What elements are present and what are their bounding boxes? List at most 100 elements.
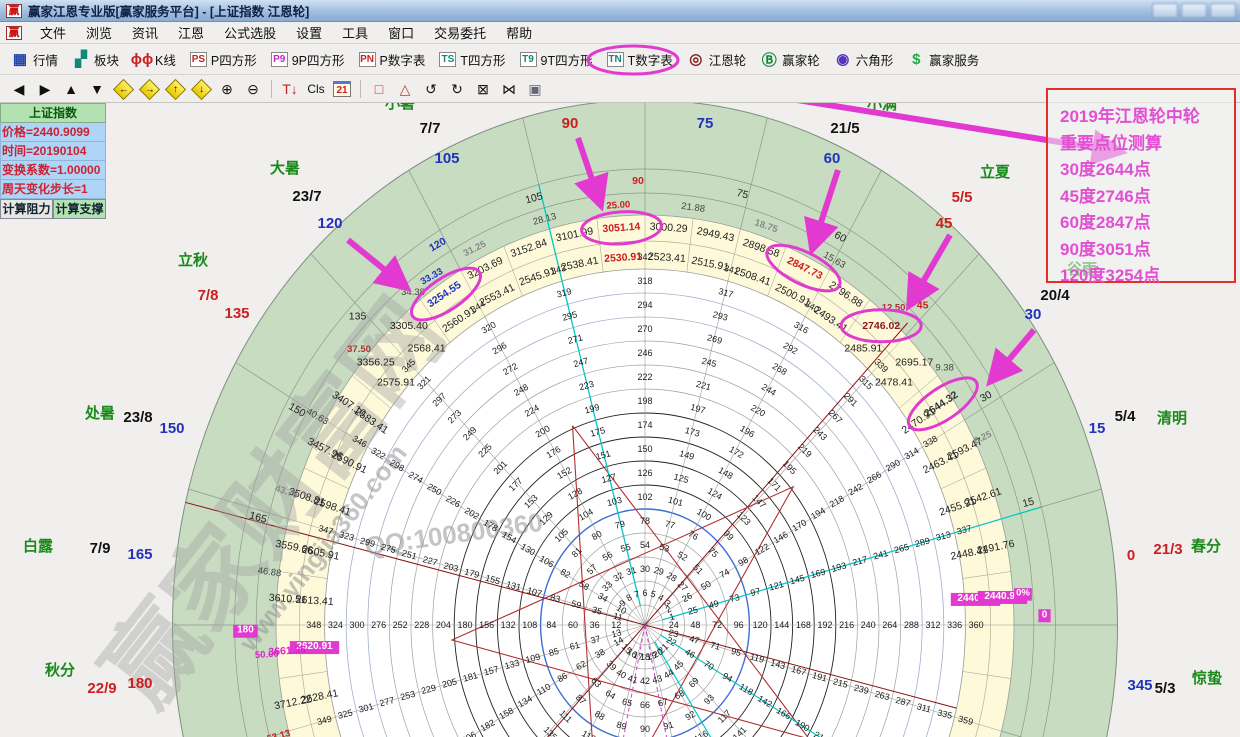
toolbar-江恩轮[interactable]: ◎江恩轮 xyxy=(680,47,754,72)
minimize-button[interactable] xyxy=(1152,3,1178,18)
svg-text:春分: 春分 xyxy=(1191,537,1221,555)
svg-text:144: 144 xyxy=(774,620,789,630)
draw-tool-6[interactable]: ↑ xyxy=(163,79,187,100)
svg-text:180: 180 xyxy=(237,625,254,636)
toolbar-赢家轮[interactable]: Ⓑ赢家轮 xyxy=(753,47,827,72)
menu-帮助[interactable]: 帮助 xyxy=(496,24,542,43)
menu-交易委托[interactable]: 交易委托 xyxy=(424,24,496,43)
note-line: 60度2847点 xyxy=(1060,210,1234,237)
toolbar-T四方形[interactable]: TST四方形 xyxy=(432,47,512,72)
toolbar-赢家服务-icon: $ xyxy=(907,52,925,67)
draw-tool-1[interactable]: ▶ xyxy=(33,79,57,100)
svg-text:大暑: 大暑 xyxy=(270,159,300,177)
svg-text:50.00: 50.00 xyxy=(255,649,279,662)
draw-tool-16[interactable]: △ xyxy=(393,79,417,100)
svg-text:75: 75 xyxy=(697,115,714,132)
toolbar-六角形[interactable]: ◉六角形 xyxy=(827,47,901,72)
toolbar-六角形-icon: ◉ xyxy=(834,52,852,67)
toolbar-9P四方形[interactable]: P99P四方形 xyxy=(264,47,352,72)
svg-text:180: 180 xyxy=(457,620,472,630)
draw-tool-2[interactable]: ▲ xyxy=(59,79,83,100)
maximize-button[interactable] xyxy=(1181,3,1207,18)
menu-文件[interactable]: 文件 xyxy=(30,24,76,43)
toolbar-江恩轮-icon: ◎ xyxy=(687,52,705,67)
draw-tool-9[interactable]: ⊖ xyxy=(241,79,265,100)
svg-text:30: 30 xyxy=(1025,306,1042,323)
symbol-name: 上证指数 xyxy=(0,103,106,123)
svg-text:150: 150 xyxy=(637,444,652,454)
svg-text:165: 165 xyxy=(127,546,152,563)
svg-text:60: 60 xyxy=(568,620,578,630)
svg-text:立夏: 立夏 xyxy=(980,163,1011,181)
svg-text:252: 252 xyxy=(393,620,408,630)
svg-text:246: 246 xyxy=(637,348,652,358)
svg-text:318: 318 xyxy=(637,276,652,286)
svg-text:135: 135 xyxy=(349,311,367,323)
menu-logo-icon: 赢 xyxy=(6,26,22,40)
draw-tool-18[interactable]: ↻ xyxy=(445,79,469,100)
svg-text:3610.51: 3610.51 xyxy=(268,592,307,606)
svg-text:360: 360 xyxy=(969,620,984,630)
toolbar-K线[interactable]: ϕϕK线 xyxy=(126,47,183,72)
toolbar-行情[interactable]: ▦行情 xyxy=(4,47,65,72)
toolbar-P数字表[interactable]: PNP数字表 xyxy=(352,47,433,72)
note-line: 重要点位测算 xyxy=(1060,131,1234,158)
svg-text:2575.91: 2575.91 xyxy=(377,376,415,388)
draw-tool-3[interactable]: ▼ xyxy=(85,79,109,100)
svg-text:54: 54 xyxy=(640,540,650,550)
svg-text:5/5: 5/5 xyxy=(952,189,973,206)
svg-text:156: 156 xyxy=(479,620,494,630)
draw-tool-13[interactable]: 21 xyxy=(330,79,354,100)
menu-公式选股[interactable]: 公式选股 xyxy=(214,24,286,43)
note-line: 2019年江恩轮中轮 xyxy=(1060,104,1234,131)
draw-tool-15[interactable]: □ xyxy=(367,79,391,100)
menu-浏览[interactable]: 浏览 xyxy=(76,24,122,43)
toolbar-T四方形-icon: TS xyxy=(439,52,456,67)
toolbar-板块[interactable]: ▞板块 xyxy=(65,47,126,72)
draw-tool-5[interactable]: → xyxy=(137,79,161,100)
quote-field: 变换系数=1.00000 xyxy=(0,161,106,180)
svg-text:0%: 0% xyxy=(1016,588,1030,599)
svg-text:23/7: 23/7 xyxy=(292,188,321,205)
toolbar-P四方形[interactable]: PSP四方形 xyxy=(183,47,264,72)
svg-text:240: 240 xyxy=(861,620,876,630)
annotation-note-box: 2019年江恩轮中轮重要点位测算30度2644点45度2746点60度2847点… xyxy=(1046,88,1236,283)
note-line: 45度2746点 xyxy=(1060,184,1234,211)
draw-tool-20[interactable]: ⋈ xyxy=(497,79,521,100)
draw-tool-17[interactable]: ↺ xyxy=(419,79,443,100)
svg-text:288: 288 xyxy=(904,620,919,630)
menu-江恩[interactable]: 江恩 xyxy=(168,24,214,43)
svg-text:300: 300 xyxy=(349,620,364,630)
toolbar-行情-icon: ▦ xyxy=(11,52,29,67)
draw-tool-12[interactable]: Cls xyxy=(304,79,328,100)
menu-工具[interactable]: 工具 xyxy=(332,24,378,43)
draw-tool-4[interactable]: ← xyxy=(111,79,135,100)
svg-text:204: 204 xyxy=(436,620,451,630)
draw-tool-11[interactable]: T↓ xyxy=(278,79,302,100)
draw-tool-21[interactable]: ▣ xyxy=(523,79,547,100)
svg-text:108: 108 xyxy=(522,620,537,630)
quote-field: 周天变化步长=1 xyxy=(0,180,106,199)
svg-text:192: 192 xyxy=(817,620,832,630)
window-controls[interactable] xyxy=(1152,3,1236,18)
toolbar-T数字表[interactable]: TNT数字表 xyxy=(600,47,680,72)
menu-设置[interactable]: 设置 xyxy=(286,24,332,43)
draw-tool-7[interactable]: ↓ xyxy=(189,79,213,100)
toolbar-赢家轮-icon: Ⓑ xyxy=(760,52,778,67)
calc-resistance-button[interactable]: 计算阻力 xyxy=(0,199,53,219)
note-line: 90度3051点 xyxy=(1060,237,1234,264)
draw-tool-0[interactable]: ◀ xyxy=(7,79,31,100)
svg-text:3000.29: 3000.29 xyxy=(649,221,688,235)
close-button[interactable] xyxy=(1210,3,1236,18)
draw-tool-19[interactable]: ⊠ xyxy=(471,79,495,100)
menu-窗口[interactable]: 窗口 xyxy=(378,24,424,43)
calc-support-button[interactable]: 计算支撑 xyxy=(53,199,106,219)
toolbar-9T四方形[interactable]: T99T四方形 xyxy=(513,47,600,72)
svg-text:174: 174 xyxy=(637,420,652,430)
toolbar-赢家服务[interactable]: $赢家服务 xyxy=(900,47,986,72)
menu-资讯[interactable]: 资讯 xyxy=(122,24,168,43)
svg-text:2568.41: 2568.41 xyxy=(408,342,446,354)
draw-tool-8[interactable]: ⊕ xyxy=(215,79,239,100)
svg-text:小暑: 小暑 xyxy=(385,103,415,112)
note-line: 120度3254点 xyxy=(1060,263,1234,290)
